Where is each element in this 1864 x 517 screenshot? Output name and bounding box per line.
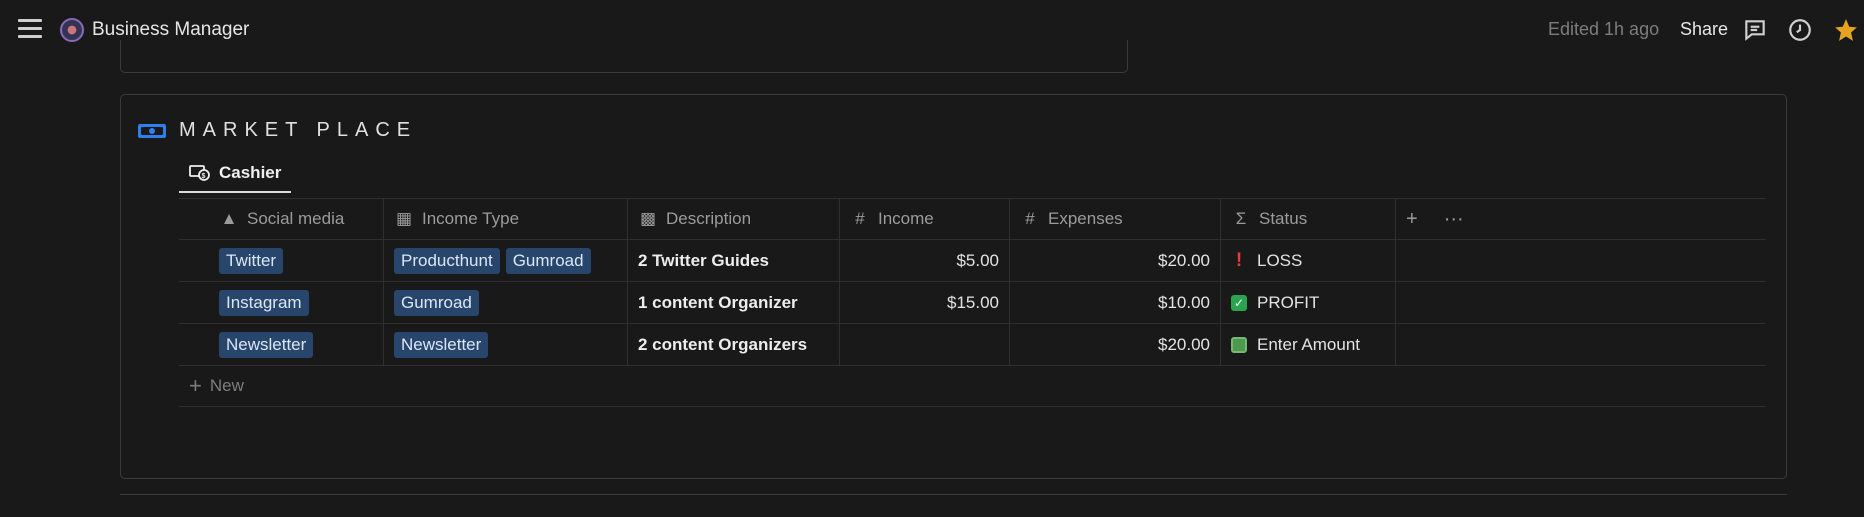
tab-cashier[interactable]: $ Cashier <box>179 155 292 193</box>
income-type-tag[interactable]: Gumroad <box>505 247 591 274</box>
column-label: Status <box>1259 209 1308 228</box>
column-label: Social media <box>247 209 345 228</box>
plus-icon: + <box>189 373 202 398</box>
cell-expenses[interactable]: $10.00 <box>1010 282 1221 323</box>
number-icon: # <box>855 209 865 228</box>
cell-status: ✓ PROFIT <box>1221 282 1396 323</box>
income-type-tag[interactable]: Newsletter <box>394 331 489 358</box>
menu-icon[interactable] <box>18 19 42 39</box>
formula-icon: Σ <box>1235 209 1247 228</box>
cell-expenses[interactable]: $20.00 <box>1010 324 1221 365</box>
add-column-button[interactable]: + <box>1406 208 1418 231</box>
cell-empty <box>1396 282 1766 323</box>
column-label: Expenses <box>1048 209 1123 228</box>
column-social-media[interactable]: ▲ Social media <box>179 199 384 239</box>
table-row[interactable]: Instagram Gumroad 1 content Organizer $1… <box>179 282 1766 324</box>
social-tag[interactable]: Twitter <box>219 247 284 274</box>
cell-social: Newsletter <box>179 324 384 365</box>
edited-timestamp: Edited 1h ago <box>1548 19 1660 39</box>
status-text: LOSS <box>1257 250 1303 270</box>
column-actions: + ··· <box>1396 199 1766 239</box>
social-tag[interactable]: Newsletter <box>219 331 314 358</box>
cell-income[interactable]: $15.00 <box>840 282 1010 323</box>
cell-expenses[interactable]: $20.00 <box>1010 240 1221 281</box>
previous-block <box>120 40 1128 73</box>
cell-status: ! LOSS <box>1221 240 1396 281</box>
cell-empty <box>1396 324 1766 365</box>
number-icon: # <box>1025 209 1035 228</box>
table-header: ▲ Social media ▦ Income Type ▩ Descripti… <box>179 198 1766 240</box>
new-label: New <box>209 376 244 395</box>
divider <box>120 494 1787 495</box>
cell-income[interactable]: $5.00 <box>840 240 1010 281</box>
clock-icon[interactable] <box>1787 17 1813 43</box>
money-icon <box>1231 336 1247 353</box>
cell-description[interactable]: 1 content Organizer <box>628 282 840 323</box>
more-options-button[interactable]: ··· <box>1444 208 1464 231</box>
cell-income-type: Newsletter <box>384 324 628 365</box>
column-label: Income <box>878 209 934 228</box>
block-title: MARKET PLACE <box>179 119 418 141</box>
cell-description[interactable]: 2 content Organizers <box>628 324 840 365</box>
new-row-button[interactable]: + New <box>179 366 1766 407</box>
cash-icon <box>138 124 166 138</box>
status-text: Enter Amount <box>1257 334 1361 354</box>
check-icon: ✓ <box>1231 294 1247 311</box>
status-text: PROFIT <box>1257 292 1320 312</box>
cell-income[interactable] <box>840 324 1010 365</box>
cell-social: Twitter <box>179 240 384 281</box>
market-place-block: MARKET PLACE $ Cashier ▲ Social media ▦ … <box>120 94 1787 479</box>
cashier-table: ▲ Social media ▦ Income Type ▩ Descripti… <box>179 198 1766 407</box>
workspace-icon <box>60 18 84 42</box>
svg-text:$: $ <box>202 173 206 180</box>
column-income[interactable]: # Income <box>840 199 1010 239</box>
share-button[interactable]: Share <box>1680 19 1728 40</box>
column-expenses[interactable]: # Expenses <box>1010 199 1221 239</box>
cell-description[interactable]: 2 Twitter Guides <box>628 240 840 281</box>
cashier-icon: $ <box>189 165 210 181</box>
column-income-type[interactable]: ▦ Income Type <box>384 199 628 239</box>
page-title[interactable]: Business Manager <box>92 19 249 41</box>
clipboard-icon: ▩ <box>639 209 657 228</box>
exclamation-icon: ! <box>1235 249 1243 271</box>
column-description[interactable]: ▩ Description <box>628 199 840 239</box>
star-icon[interactable] <box>1833 17 1859 43</box>
column-label: Income Type <box>422 209 520 228</box>
column-status[interactable]: Σ Status <box>1221 199 1396 239</box>
income-type-tag[interactable]: Gumroad <box>394 289 479 316</box>
cell-social: Instagram <box>179 282 384 323</box>
cell-empty <box>1396 240 1766 281</box>
tab-label: Cashier <box>219 163 282 182</box>
column-label: Description <box>666 209 752 228</box>
table-row[interactable]: Newsletter Newsletter 2 content Organize… <box>179 324 1766 366</box>
comment-icon[interactable] <box>1742 17 1768 43</box>
cell-status: Enter Amount <box>1221 324 1396 365</box>
megaphone-icon: ▲ <box>220 209 238 228</box>
table-row[interactable]: Twitter Producthunt Gumroad 2 Twitter Gu… <box>179 240 1766 282</box>
cell-income-type: Gumroad <box>384 282 628 323</box>
cell-income-type: Producthunt Gumroad <box>384 240 628 281</box>
social-tag[interactable]: Instagram <box>219 289 309 316</box>
income-type-tag[interactable]: Producthunt <box>394 247 500 274</box>
store-icon: ▦ <box>395 209 413 228</box>
